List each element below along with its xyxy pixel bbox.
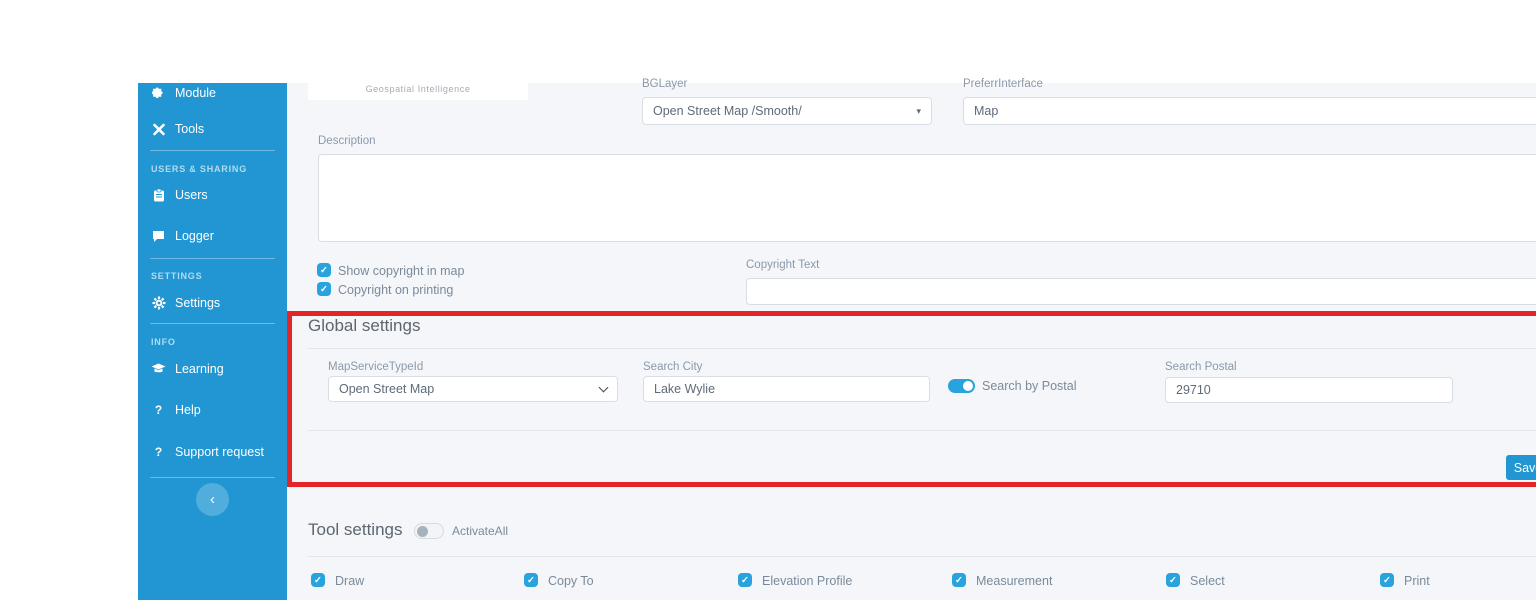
sidebar: Module Tools USERS & SHARING Users Logger SET… [138, 83, 287, 600]
bglayer-label: BGLayer [642, 78, 688, 90]
settings-page: { "brand": { "tagline": "Geospatial Inte… [0, 0, 1536, 600]
chevron-left-icon: ‹ [210, 491, 215, 508]
divider [308, 556, 1536, 557]
sidebar-section-label: USERS & SHARING [151, 164, 248, 174]
sidebar-item-logger[interactable]: Logger [138, 226, 287, 246]
chat-icon [151, 229, 166, 243]
search-by-postal-toggle[interactable] [948, 379, 975, 393]
show-copyright-checkbox[interactable]: ✓ [317, 263, 331, 277]
check-icon: ✓ [1383, 574, 1391, 586]
sidebar-item-module[interactable]: Module [138, 83, 287, 103]
show-copyright-label: Show copyright in map [338, 264, 465, 278]
gear-icon [151, 296, 166, 310]
copyright-printing-label: Copyright on printing [338, 283, 454, 297]
map-service-type-value: Open Street Map [339, 382, 435, 396]
divider [308, 430, 1536, 431]
sidebar-item-label: Users [175, 188, 208, 202]
search-postal-input[interactable]: 29710 [1165, 377, 1453, 403]
tools-icon [151, 122, 166, 136]
sidebar-item-label: Learning [175, 362, 224, 376]
question-icon: ? [154, 403, 163, 417]
sidebar-section-header: SETTINGS [138, 270, 287, 282]
tool-checkbox-elevation-profile[interactable]: ✓ [738, 573, 752, 587]
check-icon: ✓ [955, 574, 963, 586]
preferrinterface-label: PreferrInterface [963, 78, 1043, 90]
clipboard-icon [151, 188, 166, 202]
copyright-text-label: Copyright Text [746, 259, 820, 271]
question-icon: ? [154, 445, 163, 459]
tool-checkbox-label: Select [1190, 574, 1225, 588]
sidebar-section-label: SETTINGS [151, 271, 203, 281]
tool-checkbox-label: Elevation Profile [762, 574, 853, 588]
search-postal-value: 29710 [1176, 383, 1211, 397]
tool-checkbox-copy-to[interactable]: ✓ [524, 573, 538, 587]
description-label: Description [318, 135, 376, 147]
sidebar-item-tools[interactable]: Tools [138, 119, 287, 139]
map-service-type-select[interactable]: Open Street Map [328, 376, 618, 402]
tool-checkbox-select[interactable]: ✓ [1166, 573, 1180, 587]
tool-checkbox-label: Copy To [548, 574, 594, 588]
check-icon: ✓ [320, 283, 328, 295]
toggle-knob [963, 381, 973, 391]
search-city-value: Lake Wylie [654, 382, 716, 396]
sidebar-item-label: Support request [175, 445, 264, 459]
sidebar-item-help[interactable]: ? Help [138, 400, 287, 420]
sidebar-item-settings[interactable]: Settings [138, 293, 287, 313]
check-icon: ✓ [527, 574, 535, 586]
sidebar-divider [150, 150, 275, 151]
preferrinterface-value: Map [974, 104, 999, 118]
sidebar-item-support-request[interactable]: ? Support request [138, 442, 287, 462]
graduation-cap-icon [151, 362, 166, 376]
search-city-label: Search City [643, 361, 703, 373]
tool-checkbox-draw[interactable]: ✓ [311, 573, 325, 587]
search-postal-label: Search Postal [1165, 361, 1237, 373]
tool-checkbox-label: Draw [335, 574, 365, 588]
check-icon: ✓ [741, 574, 749, 586]
sidebar-collapse-button[interactable]: ‹ [196, 483, 229, 516]
sidebar-item-label: Logger [175, 229, 214, 243]
check-icon: ✓ [1169, 574, 1177, 586]
toggle-knob [417, 525, 428, 537]
save-button[interactable]: Save [1506, 455, 1536, 480]
brand-tagline: Geospatial Intelligence [365, 84, 471, 94]
check-icon: ✓ [320, 264, 328, 276]
brand-logo: Geospatial Intelligence [308, 44, 528, 100]
sidebar-divider [150, 477, 275, 478]
divider [308, 348, 1536, 349]
sidebar-item-label: Settings [175, 296, 221, 310]
search-city-input[interactable]: Lake Wylie [643, 376, 930, 402]
preferrinterface-input[interactable]: Map [963, 97, 1536, 125]
search-by-postal-label: Search by Postal [982, 379, 1077, 393]
bglayer-select[interactable]: Open Street Map /Smooth/ ▾ [642, 97, 932, 125]
copyright-text-input[interactable] [746, 278, 1536, 305]
sidebar-section-label: INFO [151, 337, 176, 347]
sidebar-item-label: Help [175, 403, 201, 417]
activate-all-label: ActivateAll [452, 524, 509, 538]
bglayer-value: Open Street Map /Smooth/ [653, 104, 802, 118]
map-service-type-label: MapServiceTypeId [328, 361, 424, 373]
sidebar-divider [150, 323, 275, 324]
tool-checkbox-print[interactable]: ✓ [1380, 573, 1394, 587]
activate-all-toggle[interactable] [414, 523, 444, 539]
tool-checkbox-label: Print [1404, 574, 1430, 588]
sidebar-item-label: Module [175, 86, 216, 100]
sidebar-item-label: Tools [175, 122, 205, 136]
tool-settings-title: Tool settings [308, 520, 403, 539]
sidebar-section-header: USERS & SHARING [138, 163, 287, 175]
check-icon: ✓ [314, 574, 322, 586]
sidebar-item-users[interactable]: Users [138, 185, 287, 205]
puzzle-icon [151, 86, 166, 100]
sidebar-section-header: INFO [138, 336, 287, 348]
sidebar-item-learning[interactable]: Learning [138, 359, 287, 379]
copyright-printing-checkbox[interactable]: ✓ [317, 282, 331, 296]
tool-checkbox-measurement[interactable]: ✓ [952, 573, 966, 587]
tool-checkbox-label: Measurement [976, 574, 1053, 588]
chevron-down-icon [598, 382, 609, 392]
dropdown-arrow-icon: ▾ [916, 105, 921, 116]
sidebar-divider [150, 258, 275, 259]
global-settings-title: Global settings [308, 316, 421, 335]
description-textarea[interactable] [318, 154, 1536, 242]
